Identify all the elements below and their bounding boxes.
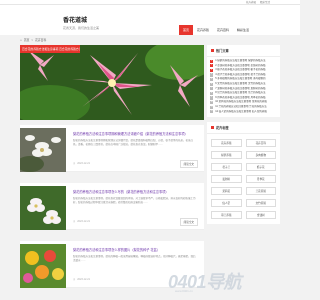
breadcrumb-current[interactable]: 花卉百科 xyxy=(35,38,46,42)
rank-badge: 2 xyxy=(210,64,214,68)
nav-item[interactable]: 花卉百科 xyxy=(213,25,233,35)
tag-link[interactable]: 茉莉花 xyxy=(211,187,242,196)
square-icon xyxy=(211,49,214,52)
rank-badge: 5 xyxy=(210,78,214,82)
tag-link[interactable]: 花卉百科 xyxy=(245,139,276,148)
rank-badge: 11 xyxy=(210,105,214,109)
article-item: 梨花的养殖方法和注意事项怎么写的（梨花的养殖方法和注意事项） 梨花的养殖方法和注… xyxy=(20,183,204,230)
tag-link[interactable]: 绿萝养殖 xyxy=(211,151,242,160)
article-summary: 梨花的养殖方法和注意事项期和管理方法详细介绍，梨花是蔷薇科植物白梨、沙梨、秋子梨… xyxy=(73,139,194,146)
rank-badge: 9 xyxy=(210,96,214,100)
read-more-button[interactable]: 阅读全文 xyxy=(179,218,198,226)
article-date-text: 2023-12-21 xyxy=(77,278,90,281)
article-thumbnail[interactable] xyxy=(20,128,66,172)
read-more-button[interactable]: 阅读全文 xyxy=(179,160,198,168)
article-title[interactable]: 梨花的养殖方法和注意事项期和管理方法详细介绍（梨花的养殖方法和注意事项） xyxy=(73,131,188,136)
tag-link[interactable]: 金钱树 xyxy=(245,211,276,220)
article-summary: 梨花的养殖方法和注意事项，梨花喜欢温暖湿润的环境，对土壤要求不严，以疏松肥沃、排… xyxy=(73,197,196,204)
tag-link[interactable]: 文竹养殖 xyxy=(245,199,276,208)
hot-articles-title: 热门文章 xyxy=(216,49,229,53)
rank-badge: 8 xyxy=(210,91,214,96)
clock-icon: ◷ xyxy=(73,220,76,223)
article-date-text: 2023-12-21 xyxy=(77,220,90,223)
breadcrumb-separator: > xyxy=(31,38,34,42)
site-slogan: 花香天涯，我们的生活之美 xyxy=(63,26,100,30)
article-date: ◷ 2023-12-21 xyxy=(73,278,90,281)
article-item: 梨花的养殖方法和注意事项期和管理方法详细介绍（梨花的养殖方法和注意事项） 梨花的… xyxy=(20,125,204,172)
top-link[interactable]: 花卉养殖 xyxy=(246,0,256,4)
hot-article-link[interactable]: 12 仙人掌的养殖方法和注意事项 仙人掌的养殖 xyxy=(215,110,267,115)
rank-badge: 7 xyxy=(210,87,214,91)
article-title[interactable]: 梨花的养殖方法和注意事项怎么写的（梨花的养殖方法和注意事项） xyxy=(73,189,169,194)
tag-link[interactable]: 多肉植物 xyxy=(245,151,276,160)
nav-item[interactable]: 精彩生活 xyxy=(233,25,253,35)
clock-icon: ◷ xyxy=(73,162,76,165)
article-date-text: 2023-12-21 xyxy=(77,162,90,165)
article-thumbnail[interactable] xyxy=(20,244,66,288)
article-thumbnail[interactable] xyxy=(20,186,66,230)
breadcrumb-home[interactable]: 首页 xyxy=(24,38,30,42)
rank-badge: 6 xyxy=(210,82,214,86)
hero-caption[interactable]: 百合花的养殖方法和注意事项 百合花的养殖方法 xyxy=(20,45,80,53)
tag-link[interactable]: 君子兰 xyxy=(211,163,242,172)
hot-articles-heading: 热门文章 xyxy=(207,45,280,57)
tag-link[interactable]: 花卉养殖 xyxy=(211,139,242,148)
tags-heading: 花卉标签 xyxy=(207,122,280,135)
tag-link[interactable]: 栀子花 xyxy=(245,163,276,172)
tag-link[interactable]: 吊兰养殖 xyxy=(211,211,242,220)
tag-link[interactable]: 发财树 xyxy=(211,175,242,184)
hero-image[interactable] xyxy=(20,45,204,120)
article-date: ◷ 2023-12-21 xyxy=(73,162,90,165)
breadcrumb: ⌂ 首页 > 花卉百科 xyxy=(20,38,46,42)
rank-badge: 4 xyxy=(210,73,214,77)
main-nav: 首页 花卉养殖 花卉百科 精彩生活 xyxy=(179,25,253,35)
nav-item[interactable]: 花卉养殖 xyxy=(193,25,213,35)
rank-badge: 10 xyxy=(210,101,214,105)
hot-articles-box: 热门文章 11 绿萝的养殖方法和注意事项 绿萝的养殖方法 22 金钱树的养殖方法… xyxy=(207,45,280,118)
rank-badge: 3 xyxy=(210,68,214,73)
clock-icon: ◷ xyxy=(73,278,76,281)
tags-title: 花卉标签 xyxy=(216,126,229,131)
home-icon: ⌂ xyxy=(20,38,22,42)
rank-badge: 1 xyxy=(210,59,214,63)
top-link[interactable]: 精彩生活 xyxy=(260,0,270,4)
square-icon xyxy=(211,126,214,130)
tag-link[interactable]: 兰花养殖 xyxy=(245,187,276,196)
sidebar: 热门文章 11 绿萝的养殖方法和注意事项 绿萝的养殖方法 22 金钱树的养殖方法… xyxy=(207,45,280,229)
site-title[interactable]: 香花道城 xyxy=(63,15,87,24)
site-header: 香花道城 花香天涯，我们的生活之美 首页 花卉养殖 花卉百科 精彩生活 xyxy=(0,5,300,35)
tag-link[interactable]: 仙人掌 xyxy=(211,199,242,208)
nav-item-home[interactable]: 首页 xyxy=(179,25,194,35)
hot-article-item[interactable]: 12 12 仙人掌的养殖方法和注意事项 仙人掌的养殖 xyxy=(207,110,280,115)
article-title[interactable]: 梨花的养殖方法和注意事项怎么样的图片（梨花的种子 花盆） xyxy=(73,247,160,252)
tags-box: 花卉标签 花卉养殖 花卉百科 绿萝养殖 多肉植物 君子兰 栀子花 发财树 月季花… xyxy=(207,122,280,225)
rank-badge: 12 xyxy=(210,110,214,114)
article-date: ◷ 2023-12-21 xyxy=(73,220,90,223)
watermark-url: www.0401.cn xyxy=(175,289,193,293)
tag-link[interactable]: 月季花 xyxy=(245,175,276,184)
